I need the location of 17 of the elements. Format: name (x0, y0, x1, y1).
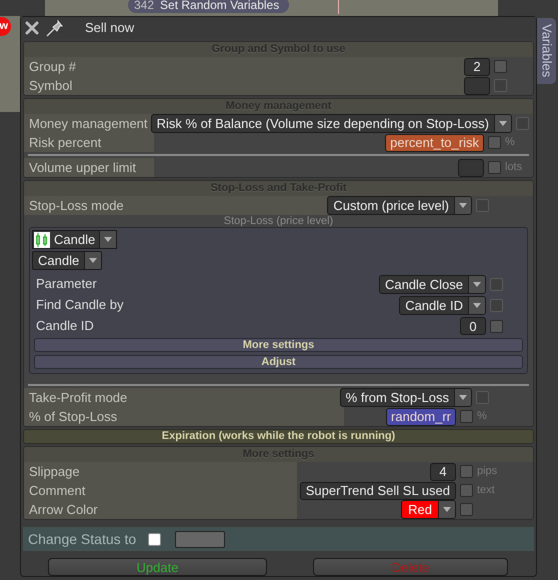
field-label: Group # (24, 57, 474, 76)
field-label: Parameter (36, 275, 98, 294)
status-label: Change Status to (28, 530, 138, 549)
field-label: Candle ID (36, 317, 95, 336)
field-label: Find Candle by (36, 296, 124, 314)
field-label: Volume upper limit (24, 158, 154, 177)
unit-label: % (505, 135, 516, 150)
field-label: Take-Profit mode (24, 388, 344, 407)
field-label: Arrow Color (24, 500, 297, 519)
field-label: Slippage (24, 462, 297, 481)
field-label: Money management (24, 114, 154, 133)
field-label: Risk percent (24, 133, 154, 152)
window-title: Sell now (85, 19, 134, 38)
field-label: % of Stop-Loss (24, 407, 344, 426)
unit-label: % (477, 409, 488, 424)
field-label: Symbol (24, 76, 474, 95)
field-label: Comment (24, 481, 297, 500)
